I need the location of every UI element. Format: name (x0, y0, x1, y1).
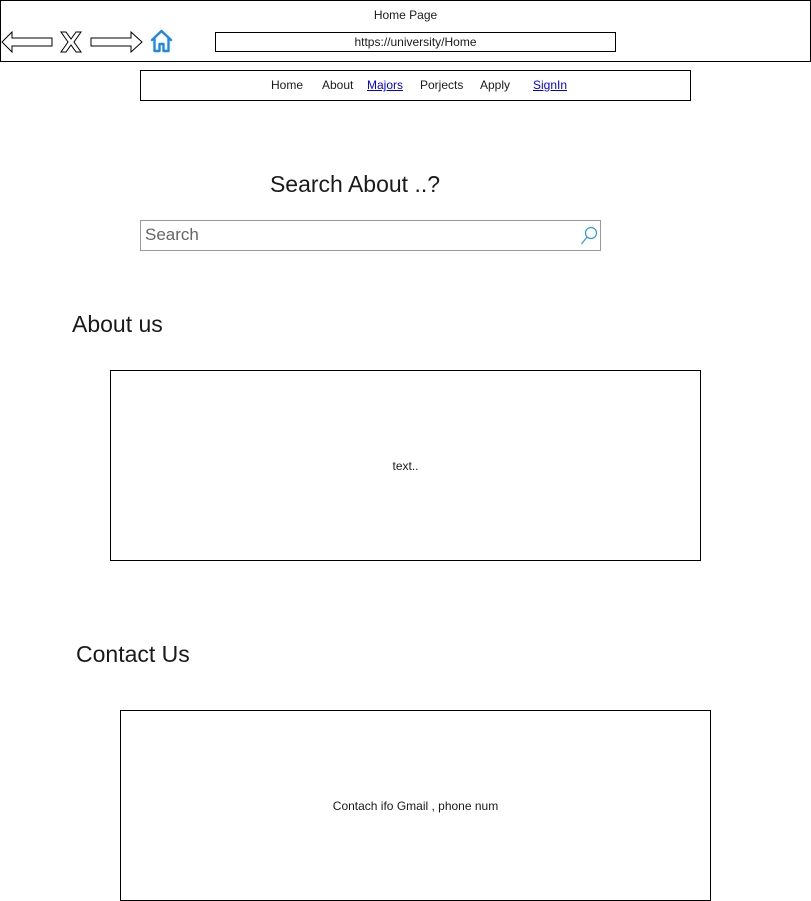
nav-home-link[interactable]: Home (271, 78, 303, 92)
search-input[interactable] (145, 224, 565, 246)
about-text: text.. (392, 458, 419, 473)
forward-arrow-icon[interactable] (90, 31, 144, 53)
about-heading: About us (72, 311, 163, 337)
nav-majors-link[interactable]: Majors (367, 78, 403, 92)
close-x-icon[interactable] (59, 31, 83, 53)
nav-signin-link[interactable]: SignIn (533, 78, 567, 92)
contact-box: Contach ifo Gmail , phone num (120, 710, 711, 901)
search-heading: Search About ..? (269, 171, 441, 197)
window-title: Home Page (373, 8, 438, 22)
search-box (140, 220, 601, 251)
about-box: text.. (110, 370, 701, 561)
nav-about-link[interactable]: About (322, 78, 353, 92)
home-icon[interactable] (149, 29, 174, 53)
browser-bar: Home Page (0, 0, 811, 62)
site-nav: Home About Majors Porjects Apply SignIn (140, 70, 691, 101)
address-bar[interactable] (215, 32, 616, 52)
contact-text: Contach ifo Gmail , phone num (332, 798, 499, 813)
contact-heading: Contact Us (76, 641, 190, 667)
back-arrow-icon[interactable] (1, 31, 53, 53)
search-icon[interactable] (580, 226, 598, 246)
nav-apply-link[interactable]: Apply (480, 78, 510, 92)
nav-projects-link[interactable]: Porjects (420, 78, 463, 92)
